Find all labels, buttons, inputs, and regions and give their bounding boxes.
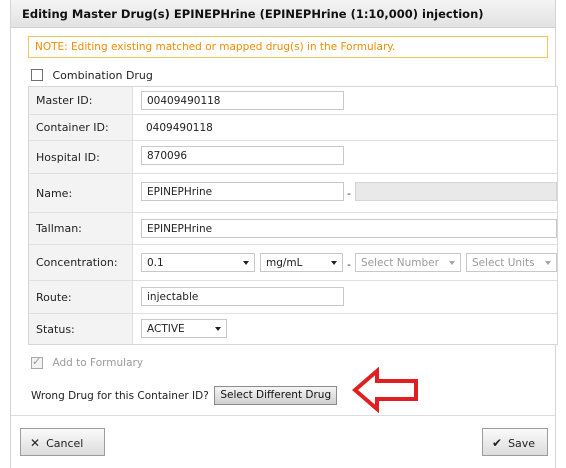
name-row: Name: EPINEPHrine - [29,174,557,213]
name-input[interactable]: EPINEPHrine [141,182,344,201]
combination-drug-checkbox[interactable] [31,69,43,81]
select-number-text: Select Number [361,257,439,269]
name-label: Name: [29,174,133,212]
concentration-unit-select[interactable]: mg/mL [260,253,343,272]
close-icon: ✕ [30,436,41,450]
chevron-down-icon [331,261,337,265]
dialog-title: Editing Master Drug(s) EPINEPHrine (EPIN… [11,0,555,28]
concentration-unit-text: mg/mL [266,257,303,269]
edit-note-banner: NOTE: Editing existing matched or mapped… [28,36,548,58]
tallman-input[interactable]: EPINEPHrine [141,219,557,238]
save-button[interactable]: ✔ Save [482,428,548,456]
hospital-id-label: Hospital ID: [29,141,133,173]
concentration-separator: - [347,258,351,271]
select-units-text: Select Units [472,257,535,269]
checkmark-icon: ✔ [492,436,503,450]
save-label: Save [508,437,536,450]
drug-form-table: Master ID: 00409490118 Container ID: 040… [28,86,558,345]
add-to-formulary-checkbox[interactable] [31,355,43,369]
concentration-row: Concentration: 0.1 mg/mL - Select Number… [29,245,557,281]
wrong-drug-row: Wrong Drug for this Container ID? Select… [31,386,338,405]
chevron-down-icon [449,261,455,265]
hospital-id-input[interactable]: 870096 [141,146,344,165]
tallman-row: Tallman: EPINEPHrine [29,213,557,245]
tallman-label: Tallman: [29,213,133,244]
name-suffix-input[interactable] [355,182,557,201]
combination-drug-label: Combination Drug [52,68,153,82]
cancel-button[interactable]: ✕ Cancel [20,428,105,456]
left-arrow-annotation-icon [352,367,418,413]
concentration-value-text: 0.1 [147,257,164,269]
concentration-value-select[interactable]: 0.1 [141,253,255,272]
route-row: Route: injectable [29,281,557,314]
wrong-drug-text: Wrong Drug for this Container ID? [31,389,209,402]
footer-divider [11,415,555,416]
route-label: Route: [29,281,133,313]
cancel-label: Cancel [46,437,84,450]
add-to-formulary-row: Add to Formulary [31,355,144,369]
add-to-formulary-label: Add to Formulary [52,357,144,369]
name-separator: - [347,187,351,200]
edit-master-drug-dialog: Editing Master Drug(s) EPINEPHrine (EPIN… [10,0,558,468]
chevron-down-icon [215,327,221,331]
status-label: Status: [29,314,133,344]
chevron-down-icon [545,261,551,265]
select-units-dropdown[interactable]: Select Units [466,253,557,272]
route-input[interactable]: injectable [141,287,344,306]
combination-drug-row: Combination Drug [31,68,153,84]
status-select[interactable]: ACTIVE [141,319,227,338]
concentration-label: Concentration: [29,245,133,280]
container-id-row: Container ID: 0409490118 [29,115,557,141]
status-row: Status: ACTIVE [29,314,557,344]
status-select-text: ACTIVE [147,323,185,335]
master-id-input[interactable]: 00409490118 [141,91,344,110]
hospital-id-row: Hospital ID: 870096 [29,141,557,174]
select-different-drug-button[interactable]: Select Different Drug [214,386,338,405]
container-id-value: 0409490118 [146,121,213,134]
chevron-down-icon [243,261,249,265]
container-id-label: Container ID: [29,115,133,140]
select-number-dropdown[interactable]: Select Number [355,253,461,272]
master-id-label: Master ID: [29,87,133,114]
master-id-row: Master ID: 00409490118 [29,87,557,115]
